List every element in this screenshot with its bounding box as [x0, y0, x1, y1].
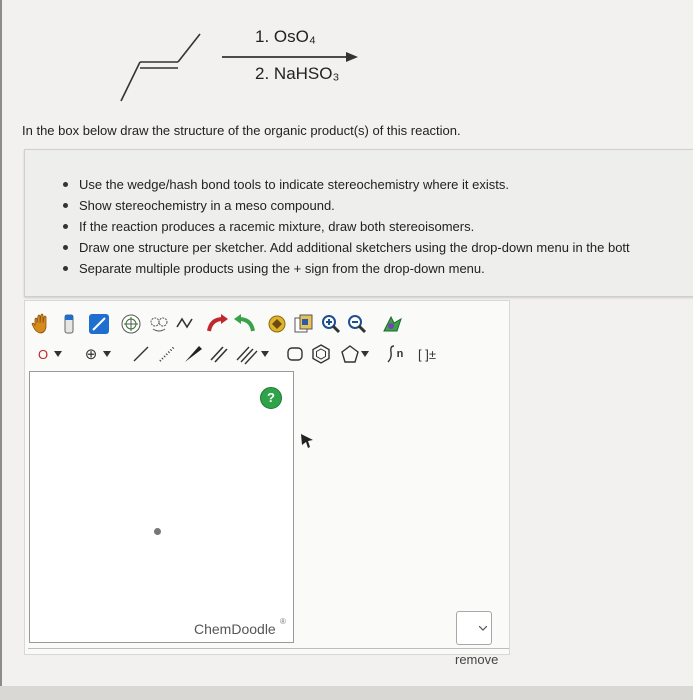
reagent-2-number: 2.: [255, 64, 270, 83]
reagent-1-number: 1.: [255, 27, 270, 46]
alkene-structure: [120, 33, 358, 102]
reaction-scheme: 1. OsO₄ 2. NaHSO₃: [0, 0, 693, 110]
instruction-item: Separate multiple products using the + s…: [63, 258, 630, 279]
zoom-out-icon[interactable]: [344, 311, 370, 337]
chain-icon[interactable]: [172, 311, 198, 337]
canvas-dot: [154, 528, 161, 535]
hand-icon[interactable]: [28, 311, 54, 337]
instructions-box: Use the wedge/hash bond tools to indicat…: [24, 149, 693, 297]
add-sketcher-select[interactable]: [456, 611, 492, 645]
ring-template-icon[interactable]: [118, 311, 144, 337]
copy-icon[interactable]: [290, 311, 316, 337]
settings-icon[interactable]: [380, 311, 406, 337]
cyclopropane-icon[interactable]: [282, 341, 308, 367]
bracket-charge-icon[interactable]: [ ]±: [412, 341, 442, 367]
toolbar-row-bottom: O ⊕ n [ ]±: [28, 341, 448, 369]
ring-selector[interactable]: [334, 341, 374, 367]
reagent-2: 2. NaHSO₃: [255, 64, 339, 84]
marker-icon[interactable]: [86, 311, 112, 337]
registered-mark: ®: [280, 617, 286, 626]
sn-label: n: [396, 348, 404, 360]
toolbar-row-top: [28, 311, 448, 339]
lasso-icon[interactable]: [146, 311, 172, 337]
footer-divider: [28, 648, 509, 649]
reagent-1-formula: OsO₄: [273, 27, 316, 46]
benzene-icon[interactable]: [308, 341, 334, 367]
instruction-item: Use the wedge/hash bond tools to indicat…: [63, 174, 630, 195]
atom-label: O: [37, 346, 49, 362]
atom-selector[interactable]: O: [32, 341, 68, 367]
redo-icon[interactable]: [232, 311, 258, 337]
triple-bond-selector[interactable]: [232, 341, 272, 367]
undo-icon[interactable]: [204, 311, 230, 337]
reagent-2-formula: NaHSO₃: [273, 64, 340, 83]
sn-icon[interactable]: n: [380, 341, 408, 367]
triple-bond-icon: [236, 346, 258, 365]
zoom-in-icon[interactable]: [318, 311, 344, 337]
chevron-down-icon: [479, 626, 487, 631]
charge-selector[interactable]: ⊕: [80, 341, 116, 367]
instruction-item: Show stereochemistry in a meso compound.: [63, 195, 630, 216]
question-prompt: In the box below draw the structure of t…: [22, 123, 461, 138]
chevron-down-icon: [361, 351, 369, 357]
bracket-label: [ ]±: [418, 346, 436, 362]
chevron-down-icon: [103, 351, 112, 357]
hash-bond-icon[interactable]: [154, 341, 180, 367]
eraser-icon[interactable]: [56, 311, 82, 337]
sketcher-canvas[interactable]: [29, 371, 294, 643]
bottom-bar: [0, 686, 693, 700]
clean-icon[interactable]: [264, 311, 290, 337]
chevron-down-icon: [261, 351, 269, 357]
help-button[interactable]: ?: [260, 387, 282, 409]
single-bond-icon[interactable]: [128, 341, 154, 367]
wedge-bond-icon[interactable]: [180, 341, 206, 367]
reagent-1: 1. OsO₄: [255, 27, 316, 47]
instruction-item: Draw one structure per sketcher. Add add…: [63, 237, 630, 258]
charge-plus-icon: ⊕: [84, 346, 98, 363]
instructions-list: Use the wedge/hash bond tools to indicat…: [63, 174, 630, 279]
instruction-item: If the reaction produces a racemic mixtu…: [63, 216, 630, 237]
chemdoodle-brand: ChemDoodle: [194, 621, 276, 637]
mouse-cursor-icon: [301, 434, 313, 448]
chevron-down-icon: [54, 351, 63, 357]
cyclopentane-icon: [341, 345, 359, 363]
double-bond-icon[interactable]: [206, 341, 232, 367]
remove-link[interactable]: remove: [455, 652, 498, 667]
